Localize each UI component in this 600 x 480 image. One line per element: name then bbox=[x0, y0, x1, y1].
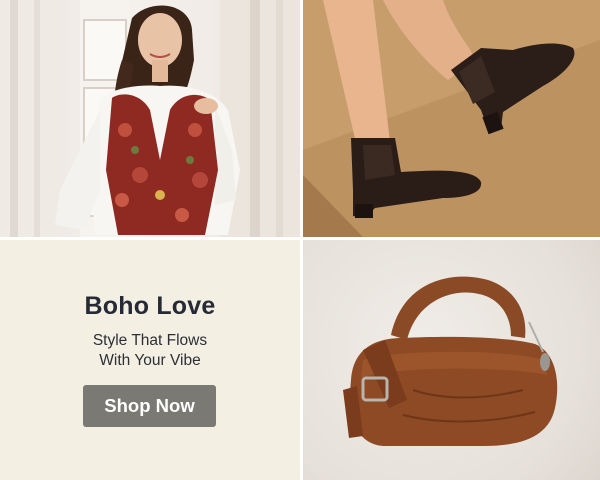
ankle-boots-photo[interactable] bbox=[303, 0, 600, 237]
boots-illustration bbox=[303, 0, 600, 237]
handbag-illustration bbox=[343, 276, 558, 446]
model-illustration bbox=[0, 0, 300, 237]
promo-subtitle: Style That Flows With Your Vibe bbox=[0, 331, 300, 371]
shop-now-button[interactable]: Shop Now bbox=[83, 385, 216, 427]
leather-handbag-photo[interactable] bbox=[303, 240, 600, 480]
promo-subtitle-line-1: Style That Flows bbox=[92, 332, 208, 349]
promo-subtitle-line-2: With Your Vibe bbox=[99, 352, 201, 369]
promo-title: Boho Love bbox=[84, 292, 216, 320]
model-floral-vest-photo[interactable] bbox=[0, 0, 300, 237]
promo-panel: Boho Love Style That Flows With Your Vib… bbox=[0, 240, 300, 480]
